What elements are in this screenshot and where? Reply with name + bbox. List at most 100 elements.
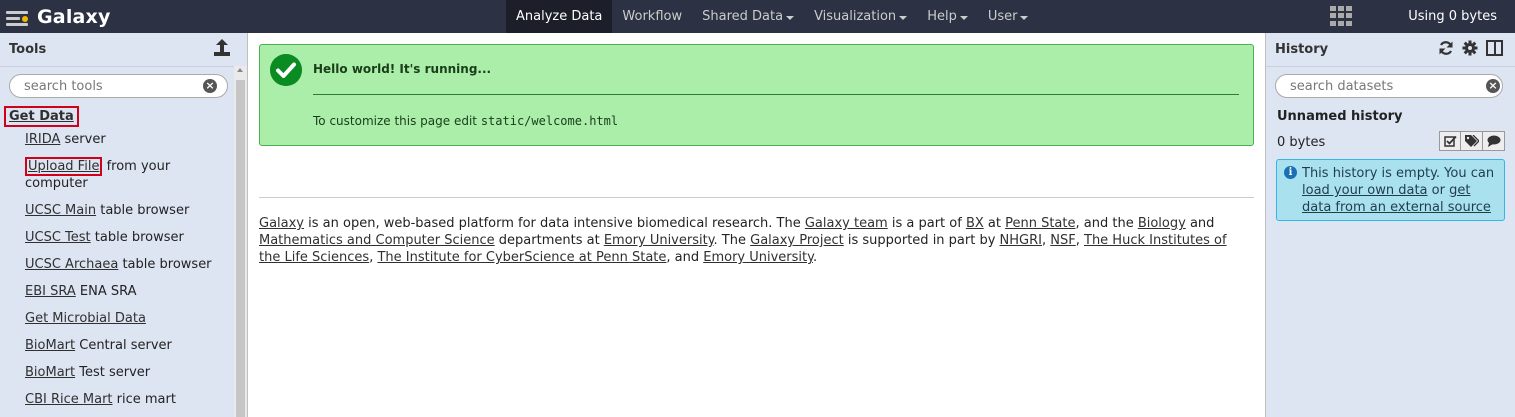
nav-user[interactable]: User [978, 0, 1039, 33]
nav-label: Visualization [814, 9, 897, 24]
tool-desc: ENA SRA [75, 284, 137, 299]
tool-link[interactable]: BioMart [25, 338, 75, 353]
link-galaxy-project[interactable]: Galaxy Project [750, 233, 844, 248]
edit-annotation-button[interactable] [1483, 131, 1505, 151]
text: is supported in part by [843, 233, 1000, 248]
tool-link[interactable]: Get Microbial Data [25, 311, 146, 326]
history-name[interactable]: Unnamed history [1277, 109, 1403, 124]
link-ics[interactable]: The Institute for CyberScience at Penn S… [377, 250, 666, 265]
alert-text: To customize this page edit static/welco… [313, 114, 618, 128]
tool-ucsc-main[interactable]: UCSC Main table browser [25, 202, 225, 219]
nav-visualization[interactable]: Visualization [804, 0, 917, 33]
empty-history-message: i This history is empty. You can load yo… [1276, 159, 1505, 221]
link-nhgri[interactable]: NHGRI [1000, 233, 1042, 248]
history-search-input[interactable]: search datasets [1275, 74, 1503, 98]
edit-tags-button[interactable] [1461, 131, 1483, 151]
link-nsf[interactable]: NSF [1050, 233, 1075, 248]
section-get-data-link[interactable]: Get Data [9, 109, 74, 124]
history-panel: History search datasets × Unnamed histor… [1265, 33, 1515, 417]
check-circle-icon [270, 54, 302, 86]
empty-text: This history is empty. You can [1302, 166, 1495, 181]
link-penn-state[interactable]: Penn State [1005, 216, 1075, 231]
nav-analyze-data[interactable]: Analyze Data [506, 0, 613, 33]
clear-search-icon[interactable]: × [203, 79, 217, 93]
tool-biomart-test[interactable]: BioMart Test server [25, 364, 225, 381]
tool-desc: rice mart [112, 392, 176, 407]
tool-link[interactable]: UCSC Test [25, 230, 91, 245]
quota-meter[interactable]: Using 0 bytes [1408, 0, 1497, 33]
tool-ucsc-archaea[interactable]: UCSC Archaea table browser [25, 256, 225, 273]
tool-link[interactable]: UCSC Main [25, 203, 96, 218]
refresh-icon[interactable] [1438, 40, 1454, 56]
tool-ebi-sra[interactable]: EBI SRA ENA SRA [25, 283, 225, 300]
text: departments at [494, 233, 604, 248]
tool-upload-file[interactable]: Upload File from your computer [25, 157, 175, 192]
tool-cbi-rice-mart[interactable]: CBI Rice Mart rice mart [25, 391, 225, 408]
nav-label: Analyze Data [516, 9, 603, 24]
tool-desc: table browser [118, 257, 212, 272]
load-own-data-link[interactable]: load your own data [1302, 183, 1428, 198]
nav-label: Workflow [622, 9, 683, 24]
text: or [1427, 183, 1450, 198]
tool-link[interactable]: BioMart [25, 365, 75, 380]
text: and [1185, 216, 1215, 231]
tool-link[interactable]: Upload File [25, 157, 103, 176]
link-galaxy[interactable]: Galaxy [259, 216, 304, 231]
tool-irida[interactable]: IRIDA server [25, 131, 225, 148]
tags-icon [1464, 135, 1479, 147]
center-panel: Hello world! It's running... To customiz… [249, 33, 1264, 417]
scratchbook-grid-icon[interactable] [1330, 6, 1352, 26]
divider [259, 197, 1254, 198]
text: is an open, web-based platform for data … [304, 216, 805, 231]
info-icon: i [1284, 166, 1297, 179]
brand-title: Galaxy [37, 5, 111, 28]
alert-text-prefix: To customize this page edit [313, 114, 481, 128]
clear-search-icon[interactable]: × [1486, 79, 1500, 93]
link-bx[interactable]: BX [966, 216, 984, 231]
history-size: 0 bytes [1277, 135, 1326, 150]
brand[interactable]: Galaxy [4, 0, 111, 33]
nav-label: Help [927, 9, 957, 24]
tool-panel-scrollbar[interactable] [234, 66, 247, 417]
text: , and [666, 250, 704, 265]
main-nav: Analyze Data Workflow Shared Data Visual… [506, 0, 1038, 33]
tool-get-microbial-data[interactable]: Get Microbial Data [25, 310, 225, 327]
upload-icon[interactable] [212, 39, 232, 57]
nav-label: Shared Data [702, 9, 784, 24]
tool-panel-title: Tools [9, 42, 47, 57]
history-search-placeholder: search datasets [1290, 78, 1394, 94]
tool-link[interactable]: UCSC Archaea [25, 257, 118, 272]
text: , and the [1075, 216, 1138, 231]
tool-desc: server [60, 132, 106, 147]
link-galaxy-team[interactable]: Galaxy team [805, 216, 888, 231]
link-math-cs[interactable]: Mathematics and Computer Science [259, 233, 495, 248]
tool-panel: Tools search tools × Get Data IRIDA serv… [0, 33, 248, 417]
tool-search-input[interactable]: search tools [9, 74, 228, 98]
columns-icon[interactable] [1486, 40, 1503, 56]
tool-link[interactable]: CBI Rice Mart [25, 392, 113, 407]
text: . [812, 250, 818, 265]
scroll-thumb[interactable] [236, 80, 245, 417]
select-datasets-button[interactable] [1439, 131, 1461, 151]
text: is a part of [887, 216, 966, 231]
scroll-up-icon[interactable] [237, 68, 243, 72]
tool-biomart-central[interactable]: BioMart Central server [25, 337, 225, 354]
tool-desc: table browser [90, 230, 184, 245]
comment-icon [1487, 135, 1500, 147]
history-action-buttons [1439, 131, 1505, 151]
text: , [1075, 233, 1084, 248]
link-emory[interactable]: Emory University [604, 233, 714, 248]
tool-link[interactable]: IRIDA [25, 132, 60, 147]
link-biology[interactable]: Biology [1138, 216, 1186, 231]
nav-workflow[interactable]: Workflow [612, 0, 692, 33]
tool-ucsc-test[interactable]: UCSC Test table browser [25, 229, 225, 246]
text: at [983, 216, 1006, 231]
section-get-data[interactable]: Get Data [4, 106, 79, 127]
nav-shared-data[interactable]: Shared Data [692, 0, 804, 33]
tool-link[interactable]: EBI SRA [25, 284, 76, 299]
tool-desc: Central server [75, 338, 172, 353]
gear-icon[interactable] [1462, 40, 1478, 56]
nav-help[interactable]: Help [917, 0, 978, 33]
masthead: Galaxy Analyze Data Workflow Shared Data… [0, 0, 1515, 33]
link-emory-2[interactable]: Emory University [703, 250, 813, 265]
